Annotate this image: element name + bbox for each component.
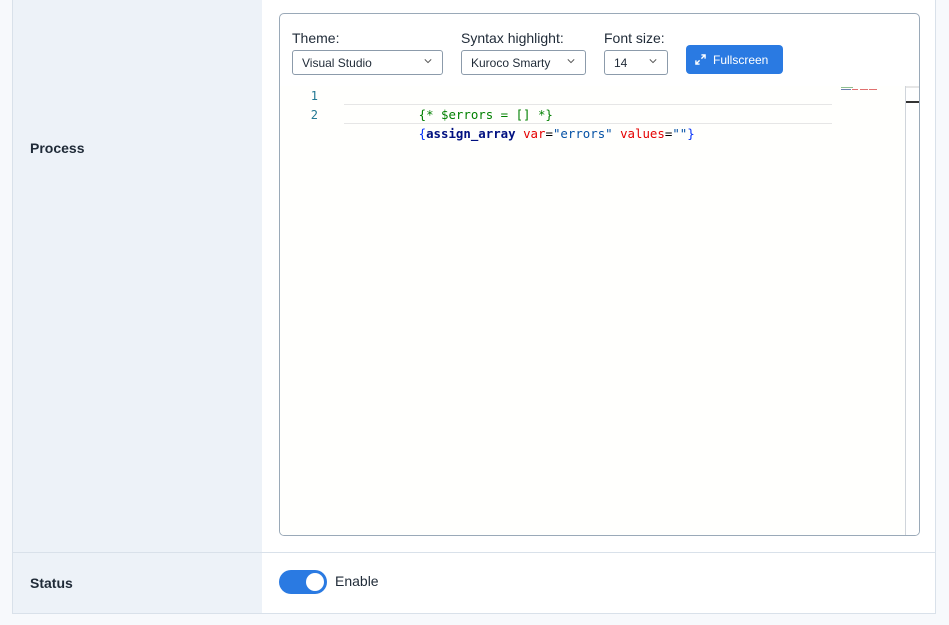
expand-arrows-icon [695,54,706,65]
scrollbar-position-marker[interactable] [906,101,919,103]
process-row: Process Theme: Visual Studio Syntax high… [13,0,935,553]
theme-select-value: Visual Studio [302,56,372,70]
status-row: Status Enable [13,553,935,613]
line-number-2: 2 [310,108,318,122]
font-size-select-value: 14 [614,56,628,70]
status-enable-toggle[interactable] [279,570,327,594]
chevron-down-icon [567,59,575,64]
font-size-label: Font size: [604,30,665,46]
font-size-select[interactable]: 14 [604,50,668,75]
code-line-1: {* $errors = [] *} [344,86,832,122]
process-label: Process [30,140,85,156]
status-label: Status [30,575,73,591]
code-text-area[interactable]: 1 2 {* $errors = [] *} {assign_array var… [280,86,906,535]
code-line-2-text: {assign_array var="errors" values=""} [418,126,695,141]
scrollbar-top-shadow [906,86,919,88]
syntax-label: Syntax highlight: [461,30,564,46]
line-number-1: 1 [310,89,318,103]
toggle-knob [306,573,324,591]
syntax-select[interactable]: Kuroco Smarty [461,50,586,75]
syntax-select-value: Kuroco Smarty [471,56,551,70]
settings-form-table: Process Theme: Visual Studio Syntax high… [12,0,936,614]
status-enable-label: Enable [335,573,379,589]
fullscreen-button-label: Fullscreen [713,52,769,67]
theme-label: Theme: [292,30,340,46]
fullscreen-button[interactable]: Fullscreen [686,45,783,74]
chevron-down-icon [424,59,432,64]
editor-vertical-scrollbar[interactable] [905,86,919,535]
code-editor-panel: Theme: Visual Studio Syntax highlight: K… [279,13,920,536]
code-minimap[interactable] [841,87,881,93]
code-line-2: {assign_array var="errors" values=""} [344,105,832,141]
status-label-cell: Status [13,553,262,613]
chevron-down-icon [649,59,657,64]
theme-select[interactable]: Visual Studio [292,50,443,75]
process-label-cell: Process [13,0,262,552]
